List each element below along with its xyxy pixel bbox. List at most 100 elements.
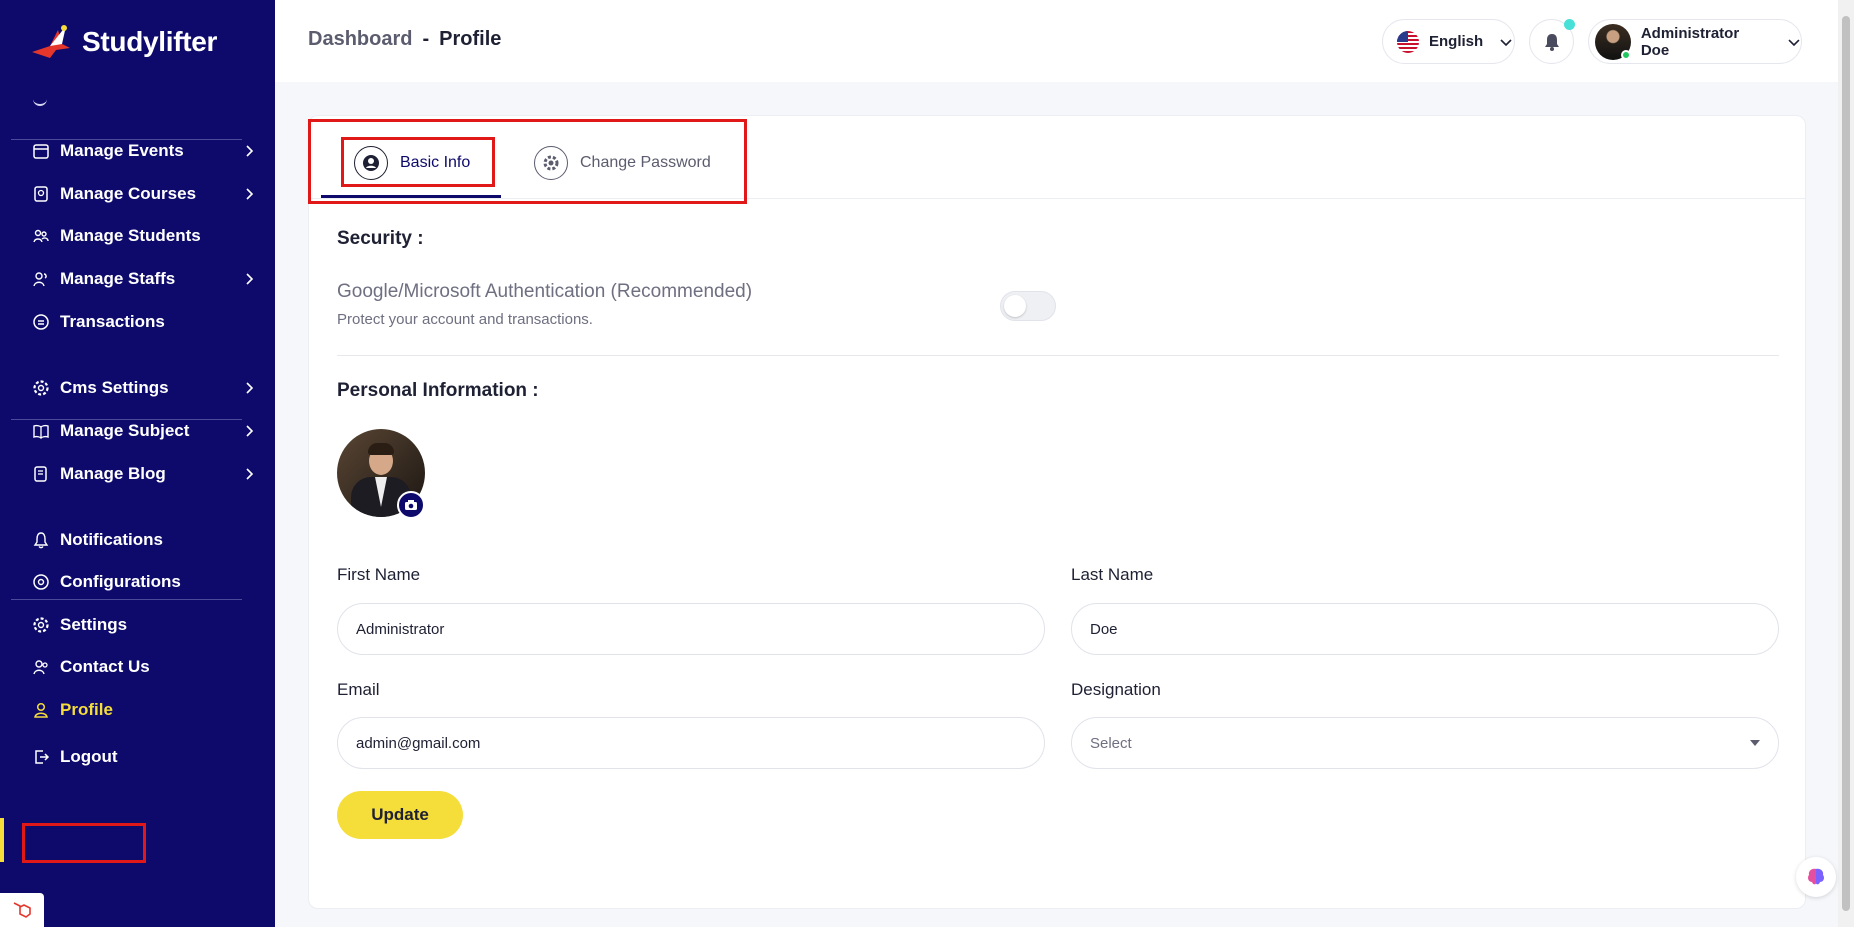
chevron-right-icon	[241, 379, 259, 397]
cms-settings-icon	[32, 379, 50, 397]
gear-icon	[534, 146, 568, 180]
book-icon	[32, 422, 50, 440]
sidebar-item-label: Manage Blog	[60, 464, 166, 483]
security-title: Security :	[337, 228, 424, 249]
sidebar-item-label: Configurations	[60, 572, 181, 591]
language-selector[interactable]: English	[1382, 19, 1515, 64]
highlight-box	[22, 823, 146, 863]
bell-icon	[32, 531, 50, 549]
sidebar-item-notifications[interactable]: Notifications	[0, 518, 275, 562]
auth-subtitle: Protect your account and transactions.	[337, 311, 593, 328]
scrollbar-thumb[interactable]	[1842, 16, 1850, 911]
tab-basic-info[interactable]: Basic Info	[354, 139, 470, 187]
breadcrumb-current: Profile	[439, 28, 502, 50]
sidebar-item-label: Transactions	[60, 312, 165, 331]
language-label: English	[1429, 33, 1484, 50]
staffs-icon	[32, 270, 50, 288]
configurations-icon	[32, 573, 50, 591]
sidebar-item-label: Profile	[60, 700, 113, 719]
user-name: Administrator Doe	[1640, 24, 1740, 59]
auth-title: Google/Microsoft Authentication (Recomme…	[337, 281, 753, 302]
designation-select[interactable]: Select	[1071, 717, 1779, 769]
tab-change-password-label: Change Password	[580, 154, 711, 171]
chevron-right-icon	[241, 465, 259, 483]
sidebar-item-manage-subject[interactable]: Manage Subject	[0, 409, 275, 453]
blog-icon	[32, 465, 50, 483]
sidebar-item-label: Manage Staffs	[60, 269, 176, 288]
notification-dot	[1564, 19, 1575, 30]
personal-info-title: Personal Information :	[337, 380, 539, 401]
user-menu[interactable]: Administrator Doe	[1588, 19, 1802, 64]
sidebar-item-label: Logout	[60, 747, 118, 766]
sidebar-item-label: Cms Settings	[60, 378, 169, 397]
user-circle-icon	[354, 146, 388, 180]
sidebar-item-manage-events[interactable]: Manage Events	[0, 129, 275, 173]
chevron-right-icon	[241, 142, 259, 160]
sidebar-item-cms-settings[interactable]: Cms Settings	[0, 366, 275, 410]
email-input[interactable]: admin@gmail.com	[337, 717, 1045, 769]
active-tab-underline	[321, 195, 501, 198]
profile-card: Basic Info Change Password Security : Go…	[308, 115, 1806, 909]
calendar-icon	[32, 142, 50, 160]
sidebar-item-logout[interactable]: Logout	[0, 735, 275, 779]
bell-icon	[1544, 33, 1559, 51]
first-name-label: First Name	[337, 565, 421, 584]
section-divider	[337, 355, 1779, 356]
sidebar-item-profile[interactable]: Profile	[0, 688, 275, 732]
app-name: Studylifter	[82, 26, 218, 57]
sidebar-item-settings[interactable]: Settings	[0, 603, 275, 647]
sidebar-item-manage-students[interactable]: Manage Students	[0, 214, 275, 258]
top-header: Dashboard - Profile English Administrato…	[275, 0, 1838, 82]
chevron-right-icon	[241, 185, 259, 203]
sidebar-item-contact-us[interactable]: Contact Us	[0, 645, 275, 689]
app-logo[interactable]: Studylifter	[28, 22, 217, 62]
laravel-icon[interactable]	[0, 893, 44, 927]
sidebar-item-label: Contact Us	[60, 657, 150, 676]
assistant-widget-button[interactable]	[1796, 857, 1836, 897]
chevron-right-icon	[241, 422, 259, 440]
sidebar-item-label: Manage Courses	[60, 184, 197, 203]
rocket-logo-icon	[28, 22, 74, 62]
last-name-input[interactable]: Doe	[1071, 603, 1779, 655]
sidebar-item-transactions[interactable]: Transactions	[0, 300, 275, 344]
transactions-icon	[32, 313, 50, 331]
caret-down-icon	[1750, 740, 1760, 746]
students-icon	[32, 227, 50, 245]
email-label: Email	[337, 680, 380, 699]
sidebar-item-manage-courses[interactable]: Manage Courses	[0, 172, 275, 216]
logout-icon	[32, 748, 50, 766]
partial-menu-icon	[33, 96, 47, 106]
last-name-label: Last Name	[1071, 565, 1154, 584]
brain-icon	[1808, 868, 1824, 885]
breadcrumb-dashboard[interactable]: Dashboard	[308, 28, 412, 51]
chevron-down-icon	[1500, 38, 1512, 46]
chevron-right-icon	[241, 270, 259, 288]
update-button[interactable]: Update	[337, 791, 463, 839]
sidebar-item-manage-staffs[interactable]: Manage Staffs	[0, 257, 275, 301]
chevron-down-icon	[1788, 38, 1800, 46]
camera-upload-button[interactable]	[397, 491, 425, 519]
profile-tabs: Basic Info Change Password	[309, 116, 1805, 199]
tab-basic-info-label: Basic Info	[400, 154, 471, 171]
page-scrollbar[interactable]	[1838, 0, 1854, 927]
designation-value: Select	[1090, 734, 1132, 752]
camera-icon	[405, 500, 417, 510]
first-name-input[interactable]: Administrator	[337, 603, 1045, 655]
contact-icon	[32, 658, 50, 676]
us-flag-icon	[1397, 30, 1419, 53]
courses-icon	[32, 185, 50, 203]
designation-label: Designation	[1071, 680, 1161, 699]
sidebar-item-label: Manage Events	[60, 141, 184, 160]
avatar	[1595, 23, 1631, 60]
sidebar-item-label: Notifications	[60, 530, 163, 549]
active-indicator	[0, 818, 4, 862]
sidebar-item-configurations[interactable]: Configurations	[0, 560, 275, 604]
sidebar-item-label: Manage Subject	[60, 421, 190, 440]
breadcrumb-separator: -	[422, 28, 430, 50]
auth-toggle[interactable]	[1000, 291, 1056, 321]
sidebar-item-label: Settings	[60, 615, 128, 634]
online-status-dot	[1620, 49, 1631, 60]
sidebar-item-manage-blog[interactable]: Manage Blog	[0, 452, 275, 496]
sidebar: Studylifter Manage Events Manage Courses M…	[0, 0, 275, 927]
tab-change-password[interactable]: Change Password	[534, 139, 711, 187]
